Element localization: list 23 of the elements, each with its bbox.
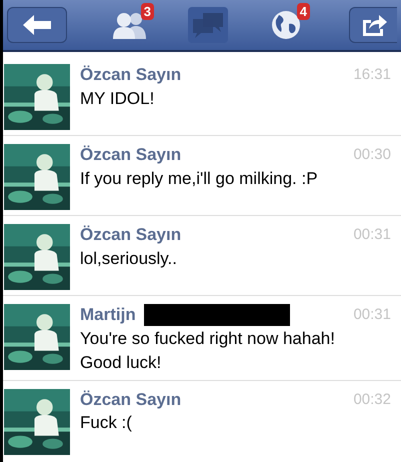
chat-bubbles-icon: [191, 11, 225, 39]
share-icon: [360, 14, 386, 36]
globe-icon: [271, 10, 301, 40]
notification-badge: 3: [140, 3, 154, 20]
message-text: MY IDOL!: [80, 88, 156, 110]
message-time: 00:31: [353, 225, 391, 245]
arrow-left-icon: [23, 15, 51, 35]
message-time: 00:30: [353, 145, 391, 165]
share-button[interactable]: [349, 7, 397, 43]
sender-name: Özcan Sayın: [80, 224, 182, 246]
message-text: lol,seriously..: [80, 248, 178, 270]
sender-name: Özcan Sayın: [80, 388, 182, 411]
message-text: Fuck :(: [80, 412, 133, 434]
message-time: 16:31: [353, 65, 391, 85]
sender-name: Martijn: [80, 304, 136, 326]
message-time: 00:32: [353, 390, 391, 410]
notification-badge: 4: [296, 3, 310, 20]
back-button[interactable]: [7, 7, 67, 43]
sender-name: Özcan Sayın: [80, 144, 182, 166]
message-text: You're so fucked right now hahah! Good luck!: [80, 328, 336, 374]
message-text: If you reply me,i'll go milking. :P: [80, 168, 319, 190]
message-time: 00:31: [353, 305, 391, 325]
sender-name: Özcan Sayın: [80, 64, 182, 86]
